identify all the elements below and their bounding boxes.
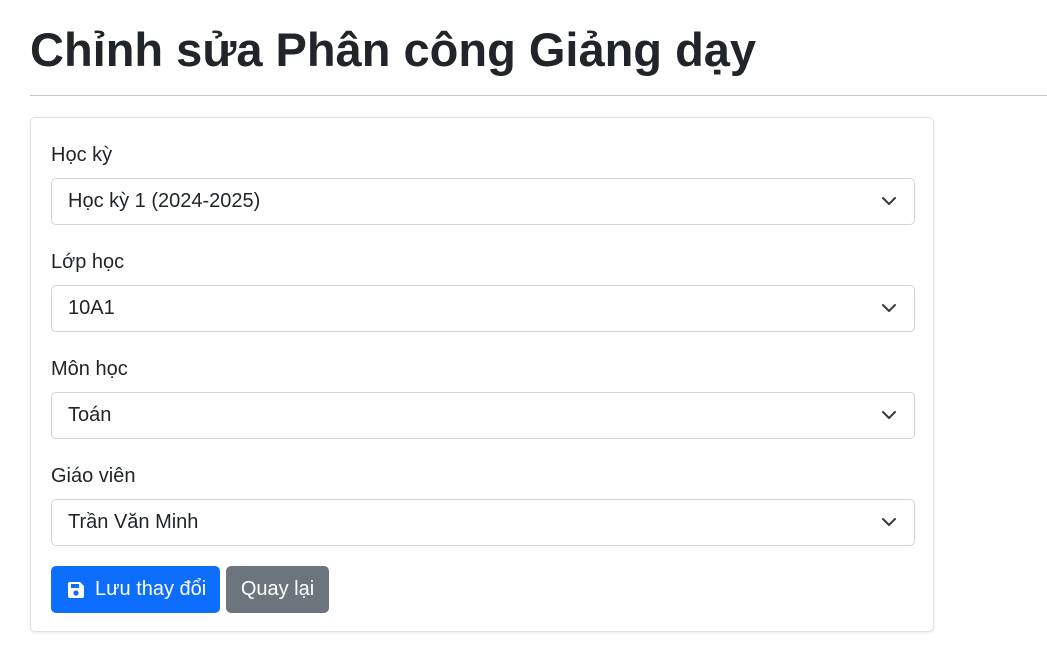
teacher-label: Giáo viên [51, 465, 136, 487]
floppy-disk-icon [67, 582, 84, 598]
chevron-down-icon [882, 411, 896, 419]
class-label: Lớp học [51, 251, 125, 273]
title-divider [30, 95, 1047, 96]
chevron-down-icon [882, 518, 896, 526]
save-changes-label: Lưu thay đổi [95, 578, 207, 600]
semester-select-value: Học kỳ 1 (2024-2025) [68, 190, 261, 212]
subject-label: Môn học [51, 358, 128, 380]
class-select[interactable]: 10A1 [51, 285, 915, 332]
chevron-down-icon [882, 304, 896, 312]
page: Chỉnh sửa Phân công Giảng dạy Học kỳ Học… [0, 0, 1047, 669]
subject-select[interactable]: Toán [51, 392, 915, 439]
semester-select[interactable]: Học kỳ 1 (2024-2025) [51, 178, 915, 225]
teacher-select-value: Trần Văn Minh [68, 511, 199, 533]
assignment-form-card: Học kỳ Học kỳ 1 (2024-2025) Lớp học 10A1… [30, 117, 934, 632]
save-changes-button[interactable]: Lưu thay đổi [51, 566, 220, 613]
back-button[interactable]: Quay lại [226, 566, 329, 613]
page-title: Chỉnh sửa Phân công Giảng dạy [30, 23, 757, 76]
semester-label: Học kỳ [51, 144, 113, 166]
subject-select-value: Toán [68, 404, 112, 426]
class-select-value: 10A1 [68, 297, 115, 319]
chevron-down-icon [882, 197, 896, 205]
teacher-select[interactable]: Trần Văn Minh [51, 499, 915, 546]
